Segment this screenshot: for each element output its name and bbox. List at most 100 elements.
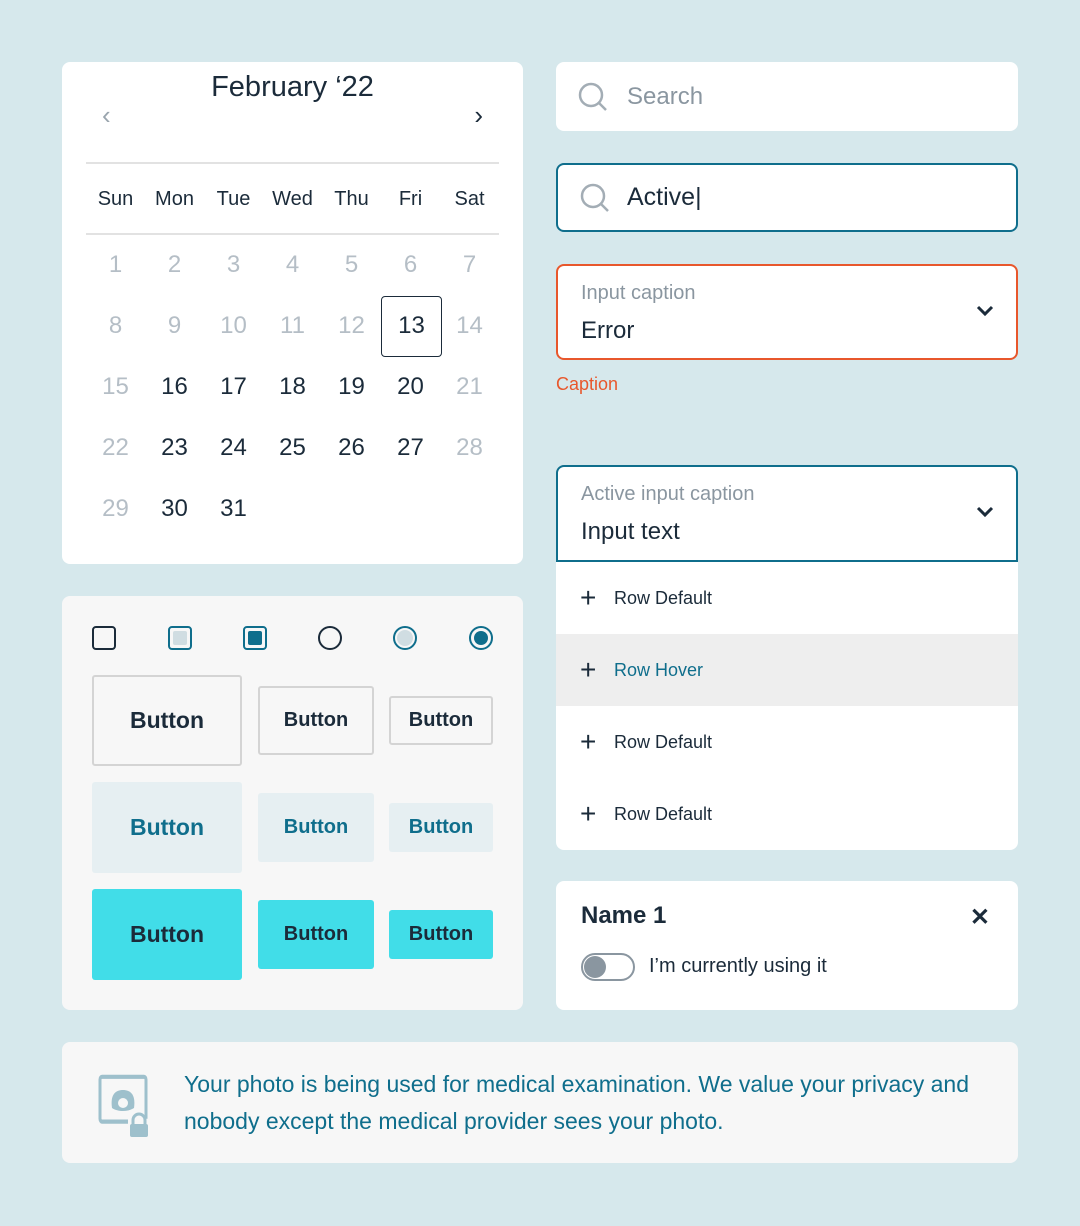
day-number: 26 (338, 434, 365, 461)
usage-toggle[interactable] (581, 953, 635, 981)
day-number: 13 (381, 296, 442, 357)
field-caption: Active input caption (581, 483, 755, 505)
search-value: Active| (627, 183, 702, 211)
calendar-day[interactable]: 18 (263, 356, 322, 417)
controls-panel: Button Button Button Button Button Butto… (62, 596, 523, 1010)
day-number: 11 (280, 312, 305, 339)
calendar-day[interactable]: 28 (440, 417, 499, 478)
secondary-button-large[interactable]: Button (92, 782, 242, 873)
calendar-day-selected[interactable]: 13 (381, 295, 442, 357)
day-number: 6 (403, 251, 418, 278)
calendar-day[interactable]: 12 (322, 295, 381, 356)
outline-button-small[interactable]: Button (389, 696, 493, 745)
calendar-day[interactable]: 24 (204, 417, 263, 478)
primary-button-large[interactable]: Button (92, 889, 242, 980)
day-number: 12 (338, 312, 365, 339)
active-select[interactable]: Active input caption Input text (556, 465, 1018, 562)
calendar-day[interactable]: 7 (440, 234, 499, 295)
calendar-day[interactable]: 20 (381, 356, 440, 417)
dropdown-row[interactable]: + Row Default (556, 778, 1018, 850)
secondary-button-medium[interactable]: Button (258, 793, 374, 862)
row-label: Row Default (614, 587, 713, 608)
weekday-label: Mon (155, 188, 194, 210)
close-icon[interactable]: ✕ (970, 903, 990, 932)
calendar-day[interactable]: 10 (204, 295, 263, 356)
calendar-day[interactable]: 4 (263, 234, 322, 295)
calendar-day[interactable]: 15 (86, 356, 145, 417)
dropdown-list: + Row Default + Row Hover + Row Default + Ro… (556, 562, 1018, 850)
weekday-header: Sun Mon Tue Wed Thu Fri Sat (86, 184, 499, 214)
field-caption: Input caption (581, 282, 696, 304)
weekday-label: Wed (272, 188, 313, 210)
radio-hover[interactable] (393, 626, 417, 650)
calendar-day[interactable]: 30 (145, 478, 204, 539)
weekday-label: Sat (454, 188, 485, 210)
day-number: 18 (279, 373, 306, 400)
chevron-down-icon (976, 305, 994, 317)
day-number: 7 (462, 251, 477, 278)
plus-icon: + (580, 582, 597, 613)
toggle-knob (584, 956, 606, 978)
calendar-day[interactable]: 16 (145, 356, 204, 417)
dropdown-row[interactable]: + Row Default (556, 706, 1018, 778)
divider (86, 162, 499, 164)
secondary-button-small[interactable]: Button (389, 803, 493, 852)
dropdown-row-hover[interactable]: + Row Hover (556, 634, 1018, 706)
checkbox-checked[interactable] (243, 626, 267, 650)
outline-button-large[interactable]: Button (92, 675, 242, 766)
search-icon (580, 183, 609, 212)
plus-icon: + (580, 726, 597, 757)
day-number: 22 (102, 434, 129, 461)
primary-button-medium[interactable]: Button (258, 900, 374, 969)
weekday-label: Fri (398, 188, 423, 210)
calendar-day[interactable]: 2 (145, 234, 204, 295)
calendar-day[interactable]: 21 (440, 356, 499, 417)
day-number: 31 (220, 495, 247, 522)
calendar-day[interactable]: 19 (322, 356, 381, 417)
error-caption: Caption (556, 374, 619, 394)
day-number: 16 (161, 373, 188, 400)
photo-lock-icon (98, 1074, 148, 1137)
search-input[interactable]: Search (556, 62, 1018, 131)
calendar-day[interactable]: 23 (145, 417, 204, 478)
row-label: Row Default (614, 803, 713, 824)
error-select[interactable]: Input caption Error (556, 264, 1018, 360)
toggle-label: I’m currently using it (649, 955, 827, 977)
calendar-day[interactable]: 26 (322, 417, 381, 478)
prev-month-button[interactable]: ‹ (102, 100, 111, 131)
search-placeholder: Search (627, 82, 704, 110)
calendar-day[interactable]: 29 (86, 478, 145, 539)
day-number: 2 (167, 251, 182, 278)
day-number: 25 (279, 434, 306, 461)
calendar-day[interactable]: 5 (322, 234, 381, 295)
next-month-button[interactable]: › (474, 100, 483, 131)
calendar-day[interactable]: 6 (381, 234, 440, 295)
calendar-day[interactable]: 31 (204, 478, 263, 539)
row-label: Row Default (614, 731, 713, 752)
search-input-active[interactable]: Active| (556, 163, 1018, 232)
calendar-day[interactable]: 11 (263, 295, 322, 356)
radio-unchecked[interactable] (318, 626, 342, 650)
calendar-day[interactable]: 25 (263, 417, 322, 478)
calendar-day[interactable]: 1 (86, 234, 145, 295)
dropdown-row[interactable]: + Row Default (556, 562, 1018, 634)
radio-checked[interactable] (469, 626, 493, 650)
checkbox-indeterminate[interactable] (168, 626, 192, 650)
calendar-day[interactable]: 9 (145, 295, 204, 356)
calendar-day[interactable]: 17 (204, 356, 263, 417)
primary-button-small[interactable]: Button (389, 910, 493, 959)
search-icon (578, 82, 607, 111)
day-number: 1 (108, 251, 123, 278)
field-value: Error (581, 317, 635, 344)
privacy-banner: Your photo is being used for medical exa… (62, 1042, 1018, 1163)
day-number: 8 (108, 312, 123, 339)
calendar-day[interactable]: 8 (86, 295, 145, 356)
day-number: 20 (397, 373, 424, 400)
calendar-day[interactable]: 27 (381, 417, 440, 478)
outline-button-medium[interactable]: Button (258, 686, 374, 755)
calendar-day[interactable]: 14 (440, 295, 499, 356)
checkbox-unchecked[interactable] (92, 626, 116, 650)
calendar-day[interactable]: 22 (86, 417, 145, 478)
day-number: 14 (456, 312, 483, 339)
calendar-day[interactable]: 3 (204, 234, 263, 295)
